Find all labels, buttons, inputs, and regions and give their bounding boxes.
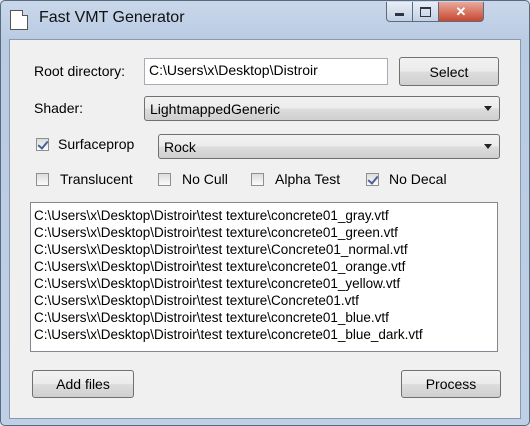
list-item[interactable]: C:\Users\x\Desktop\Distroir\test texture… bbox=[34, 275, 494, 292]
app-window: Fast VMT Generator ✕ Root directory: C:\… bbox=[0, 0, 530, 426]
list-item[interactable]: C:\Users\x\Desktop\Distroir\test texture… bbox=[34, 326, 494, 343]
no-decal-checkbox[interactable] bbox=[366, 173, 379, 186]
root-directory-label: Root directory: bbox=[34, 63, 126, 79]
checkmark-icon bbox=[37, 138, 49, 150]
list-item[interactable]: C:\Users\x\Desktop\Distroir\test texture… bbox=[34, 309, 494, 326]
chevron-down-icon bbox=[484, 144, 492, 149]
root-directory-value: C:\Users\x\Desktop\Distroir bbox=[149, 62, 318, 78]
shader-dropdown[interactable]: LightmappedGeneric bbox=[144, 96, 500, 121]
list-item[interactable]: C:\Users\x\Desktop\Distroir\test texture… bbox=[34, 207, 494, 224]
surfaceprop-checkbox[interactable] bbox=[36, 138, 49, 151]
list-item[interactable]: C:\Users\x\Desktop\Distroir\test texture… bbox=[34, 258, 494, 275]
root-directory-input[interactable]: C:\Users\x\Desktop\Distroir bbox=[144, 58, 388, 85]
form-body: Root directory: C:\Users\x\Desktop\Distr… bbox=[9, 39, 521, 419]
list-item[interactable]: C:\Users\x\Desktop\Distroir\test texture… bbox=[34, 241, 494, 258]
app-icon bbox=[10, 10, 28, 30]
translucent-label: Translucent bbox=[60, 171, 133, 187]
no-cull-checkbox[interactable] bbox=[158, 173, 171, 186]
no-cull-label: No Cull bbox=[182, 171, 228, 187]
file-list[interactable]: C:\Users\x\Desktop\Distroir\test texture… bbox=[30, 202, 498, 352]
select-button[interactable]: Select bbox=[399, 57, 499, 86]
translucent-checkbox[interactable] bbox=[36, 173, 49, 186]
surfaceprop-selected-value: Rock bbox=[164, 139, 196, 155]
close-button[interactable]: ✕ bbox=[438, 2, 484, 22]
maximize-icon bbox=[420, 6, 431, 17]
shader-selected-value: LightmappedGeneric bbox=[150, 101, 280, 117]
checkmark-icon bbox=[367, 173, 379, 185]
chevron-down-icon bbox=[484, 106, 492, 111]
minimize-button[interactable] bbox=[386, 2, 413, 22]
list-item[interactable]: C:\Users\x\Desktop\Distroir\test texture… bbox=[34, 224, 494, 241]
surfaceprop-dropdown[interactable]: Rock bbox=[158, 134, 500, 159]
minimize-icon bbox=[395, 13, 404, 16]
no-decal-label: No Decal bbox=[389, 171, 447, 187]
shader-label: Shader: bbox=[34, 100, 84, 116]
title-bar[interactable]: Fast VMT Generator ✕ bbox=[1, 1, 529, 39]
surfaceprop-label: Surfaceprop bbox=[58, 136, 135, 152]
maximize-button[interactable] bbox=[412, 2, 439, 22]
close-icon: ✕ bbox=[455, 3, 467, 19]
list-item[interactable]: C:\Users\x\Desktop\Distroir\test texture… bbox=[34, 292, 494, 309]
window-title: Fast VMT Generator bbox=[39, 9, 185, 26]
alpha-test-checkbox[interactable] bbox=[251, 173, 264, 186]
add-files-button[interactable]: Add files bbox=[32, 370, 134, 398]
alpha-test-label: Alpha Test bbox=[275, 171, 341, 187]
process-button[interactable]: Process bbox=[401, 370, 501, 398]
